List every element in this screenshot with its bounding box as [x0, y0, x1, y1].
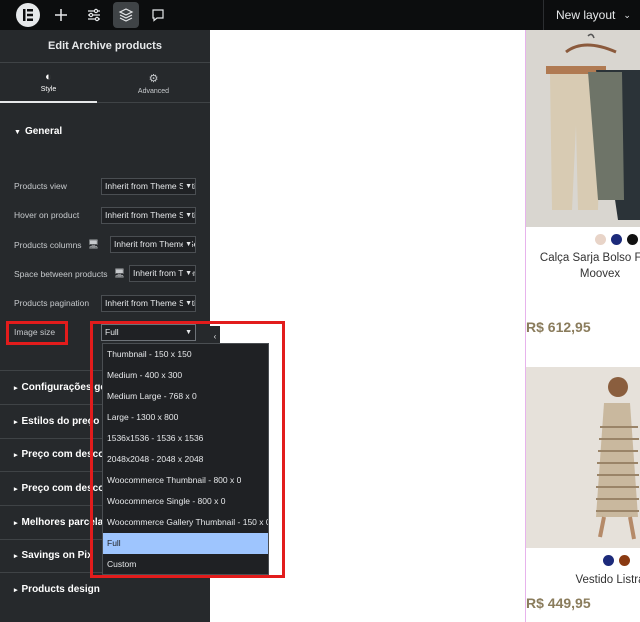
section-savings-pix[interactable]: ▸ Savings on Pix — [14, 550, 93, 561]
caret-down-icon: ▼ — [183, 237, 192, 252]
layers-icon — [118, 8, 134, 22]
caret-down-icon: ▼ — [14, 129, 21, 136]
color-swatch[interactable] — [595, 234, 606, 245]
control-label-products-view: Products view — [14, 181, 67, 191]
desktop-icon[interactable]: 🖥 — [88, 239, 99, 250]
caret-right-icon: ▸ — [14, 452, 18, 459]
control-label-hover-on-product: Hover on product — [14, 210, 80, 220]
tab-advanced[interactable]: ⚙ Advanced — [105, 63, 202, 103]
elementor-logo-icon — [23, 9, 33, 21]
highlight-dropdown — [90, 321, 285, 578]
products-columns-select[interactable]: Inherit from Theme Settings▼ — [110, 236, 196, 253]
caret-down-icon: ▼ — [183, 208, 192, 223]
layout-selector[interactable]: New layout ⌄ — [543, 0, 640, 30]
product-name[interactable]: Vestido Listra — [560, 572, 640, 588]
contrast-icon: ◐ — [45, 71, 52, 83]
highlight-image-size-label — [6, 321, 68, 345]
product-name[interactable]: Calça Sarja Bolso Faca Moovex — [530, 250, 640, 282]
editor-top-bar: New layout ⌄ — [0, 0, 640, 30]
tab-advanced-label: Advanced — [137, 87, 170, 95]
desktop-icon[interactable]: 🖥 — [114, 268, 125, 279]
section-general-label: General — [24, 126, 63, 137]
caret-right-icon: ▸ — [14, 486, 18, 493]
panel-title: Edit Archive products — [0, 30, 210, 63]
sliders-icon — [88, 8, 100, 22]
product-image-pants — [526, 30, 640, 227]
products-pagination-select[interactable]: Inherit from Theme Settings▼ — [101, 295, 196, 312]
gear-icon: ⚙ — [148, 72, 159, 85]
comment-icon — [152, 9, 164, 22]
color-swatch[interactable] — [619, 555, 630, 566]
caret-down-icon: ▼ — [183, 266, 192, 281]
control-label-space-between-products: Space between products 🖥 — [14, 268, 125, 279]
tab-style-label: Style — [40, 86, 57, 93]
caret-right-icon: ▸ — [14, 419, 18, 426]
caret-right-icon: ▸ — [14, 385, 18, 392]
hover-on-product-select[interactable]: Inherit from Theme Settings▼ — [101, 207, 196, 224]
color-swatch[interactable] — [627, 234, 638, 245]
space-between-products-select[interactable]: Inherit from Theme Settings▼ — [129, 265, 196, 282]
product-price: R$ 449,95 — [526, 595, 591, 611]
tab-style[interactable]: ◐ Style — [0, 63, 97, 103]
caret-right-icon: ▸ — [14, 587, 18, 594]
panel-tabs: ◐ Style ⚙ Advanced — [0, 63, 210, 103]
site-settings-button[interactable] — [81, 2, 107, 28]
section-estilos-preco[interactable]: ▸ Estilos do preço — [14, 416, 99, 427]
section-products-design[interactable]: ▸ Products design — [14, 584, 100, 595]
color-swatch[interactable] — [611, 234, 622, 245]
caret-right-icon: ▸ — [14, 520, 18, 527]
layout-label: New layout — [556, 8, 616, 22]
products-view-select[interactable]: Inherit from Theme Settings▼ — [101, 178, 196, 195]
product-image-dress — [526, 367, 640, 548]
control-label-products-columns: Products columns 🖥 — [14, 239, 99, 250]
plus-icon — [55, 9, 67, 21]
elementor-logo[interactable] — [16, 3, 40, 27]
product-price: R$ 612,95 — [526, 319, 591, 335]
caret-down-icon: ▼ — [183, 296, 192, 311]
caret-right-icon: ▸ — [14, 553, 18, 560]
notes-button[interactable] — [145, 2, 171, 28]
control-label-products-pagination: Products pagination — [14, 298, 90, 308]
section-general[interactable]: ▼ General — [14, 126, 62, 137]
chevron-down-icon: ⌄ — [623, 9, 631, 20]
color-swatch[interactable] — [603, 555, 614, 566]
caret-down-icon: ▼ — [183, 179, 192, 194]
structure-button[interactable] — [113, 2, 139, 28]
add-element-button[interactable] — [48, 2, 74, 28]
